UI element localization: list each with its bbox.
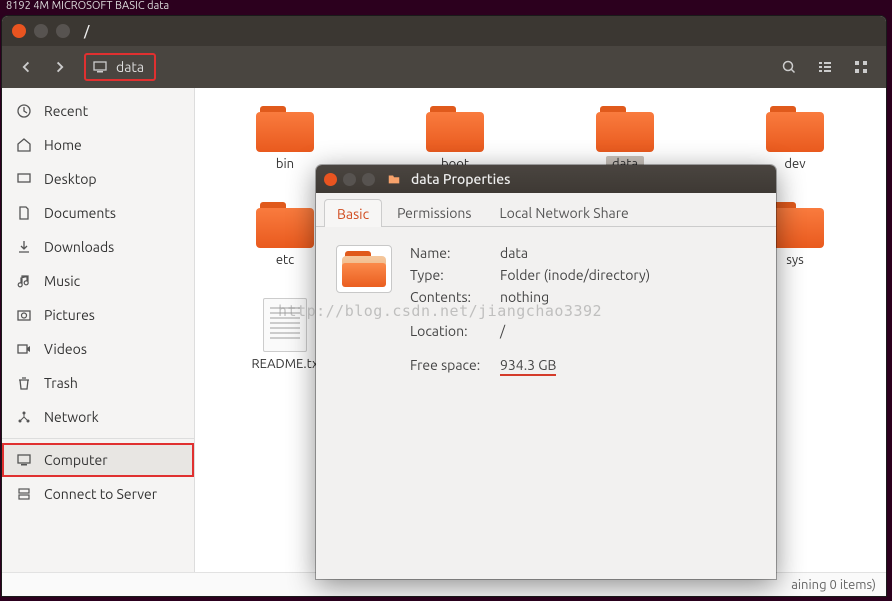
computer-icon [92, 59, 108, 75]
maximize-icon[interactable] [56, 24, 70, 38]
desktop-icon [16, 171, 32, 187]
tab-local-network-share[interactable]: Local Network Share [487, 198, 642, 226]
clock-icon [16, 103, 32, 119]
tab-basic[interactable]: Basic [324, 199, 382, 227]
desktop-topbar: 8192 4M MICROSOFT BASIC data [0, 0, 892, 16]
music-icon [16, 273, 32, 289]
folder-icon [387, 172, 401, 186]
prop-name-value: data [500, 245, 528, 261]
folder-icon [596, 106, 654, 152]
trash-icon [16, 375, 32, 391]
folder-icon [256, 202, 314, 248]
toolbar: data [2, 46, 886, 88]
file-item-boot[interactable]: boot [375, 106, 535, 172]
home-icon [16, 137, 32, 153]
sidebar-item-pictures[interactable]: Pictures [2, 298, 194, 332]
statusbar-text: aining 0 items) [791, 578, 876, 592]
sidebar-divider [2, 438, 194, 439]
properties-dialog: data Properties Basic Permissions Local … [316, 165, 776, 579]
folder-icon [426, 106, 484, 152]
back-button[interactable] [12, 53, 40, 81]
sidebar-item-label: Trash [44, 375, 78, 391]
close-icon[interactable] [324, 173, 337, 186]
prop-contents-value: nothing [500, 289, 549, 305]
file-label: README.tx [245, 356, 324, 372]
sidebar-item-label: Music [44, 273, 80, 289]
sidebar-item-desktop[interactable]: Desktop [2, 162, 194, 196]
sidebar-item-label: Home [44, 137, 82, 153]
search-button[interactable] [774, 53, 804, 81]
sidebar: Recent Home Desktop Documents Downloads … [2, 88, 195, 572]
sidebar-item-label: Pictures [44, 307, 95, 323]
prop-type-value: Folder (inode/directory) [500, 267, 650, 283]
prop-type-label: Type: [410, 267, 500, 283]
server-icon [16, 486, 32, 502]
sidebar-item-music[interactable]: Music [2, 264, 194, 298]
computer-icon [16, 452, 32, 468]
sidebar-item-network[interactable]: Network [2, 400, 194, 434]
window-titlebar[interactable]: / [2, 16, 886, 46]
network-icon [16, 409, 32, 425]
minimize-icon[interactable] [34, 24, 48, 38]
file-label: etc [270, 252, 300, 268]
sidebar-item-label: Network [44, 409, 99, 425]
folder-icon [256, 106, 314, 152]
prop-location-label: Location: [410, 323, 500, 339]
close-icon[interactable] [12, 24, 26, 38]
location-bar[interactable]: data [84, 53, 156, 81]
text-file-icon [263, 298, 307, 352]
sidebar-item-trash[interactable]: Trash [2, 366, 194, 400]
path-segment: data [116, 59, 144, 75]
prop-contents-label: Contents: [410, 289, 500, 305]
sidebar-item-documents[interactable]: Documents [2, 196, 194, 230]
dialog-tabs: Basic Permissions Local Network Share [316, 193, 776, 227]
view-grid-button[interactable] [846, 53, 876, 81]
prop-free-label: Free space: [410, 357, 500, 376]
sidebar-item-connect[interactable]: Connect to Server [2, 477, 194, 511]
sidebar-item-label: Downloads [44, 239, 114, 255]
file-item-dev[interactable]: dev [715, 106, 875, 172]
dialog-titlebar[interactable]: data Properties [316, 165, 776, 193]
sidebar-item-label: Recent [44, 103, 88, 119]
tab-permissions[interactable]: Permissions [384, 198, 484, 226]
prop-location-value: / [500, 323, 505, 339]
file-label: bin [270, 156, 300, 172]
pictures-icon [16, 307, 32, 323]
prop-name-label: Name: [410, 245, 500, 261]
file-item-bin[interactable]: bin [205, 106, 365, 172]
sidebar-item-recent[interactable]: Recent [2, 94, 194, 128]
documents-icon [16, 205, 32, 221]
videos-icon [16, 341, 32, 357]
file-label: dev [778, 156, 811, 172]
dialog-title: data Properties [411, 171, 510, 187]
sidebar-item-label: Computer [44, 452, 108, 468]
sidebar-item-videos[interactable]: Videos [2, 332, 194, 366]
file-label: sys [780, 252, 810, 268]
sidebar-item-label: Desktop [44, 171, 97, 187]
sidebar-item-downloads[interactable]: Downloads [2, 230, 194, 264]
sidebar-item-label: Connect to Server [44, 486, 157, 502]
maximize-icon[interactable] [362, 173, 375, 186]
folder-icon [766, 106, 824, 152]
file-item-data[interactable]: data [545, 106, 705, 172]
sidebar-item-label: Documents [44, 205, 116, 221]
downloads-icon [16, 239, 32, 255]
forward-button[interactable] [46, 53, 74, 81]
sidebar-item-computer[interactable]: Computer [2, 443, 194, 477]
dialog-thumbnail [336, 245, 392, 293]
sidebar-item-home[interactable]: Home [2, 128, 194, 162]
prop-free-value: 934.3 GB [500, 357, 556, 376]
window-title: / [84, 23, 89, 39]
minimize-icon[interactable] [343, 173, 356, 186]
view-list-button[interactable] [810, 53, 840, 81]
sidebar-item-label: Videos [44, 341, 87, 357]
